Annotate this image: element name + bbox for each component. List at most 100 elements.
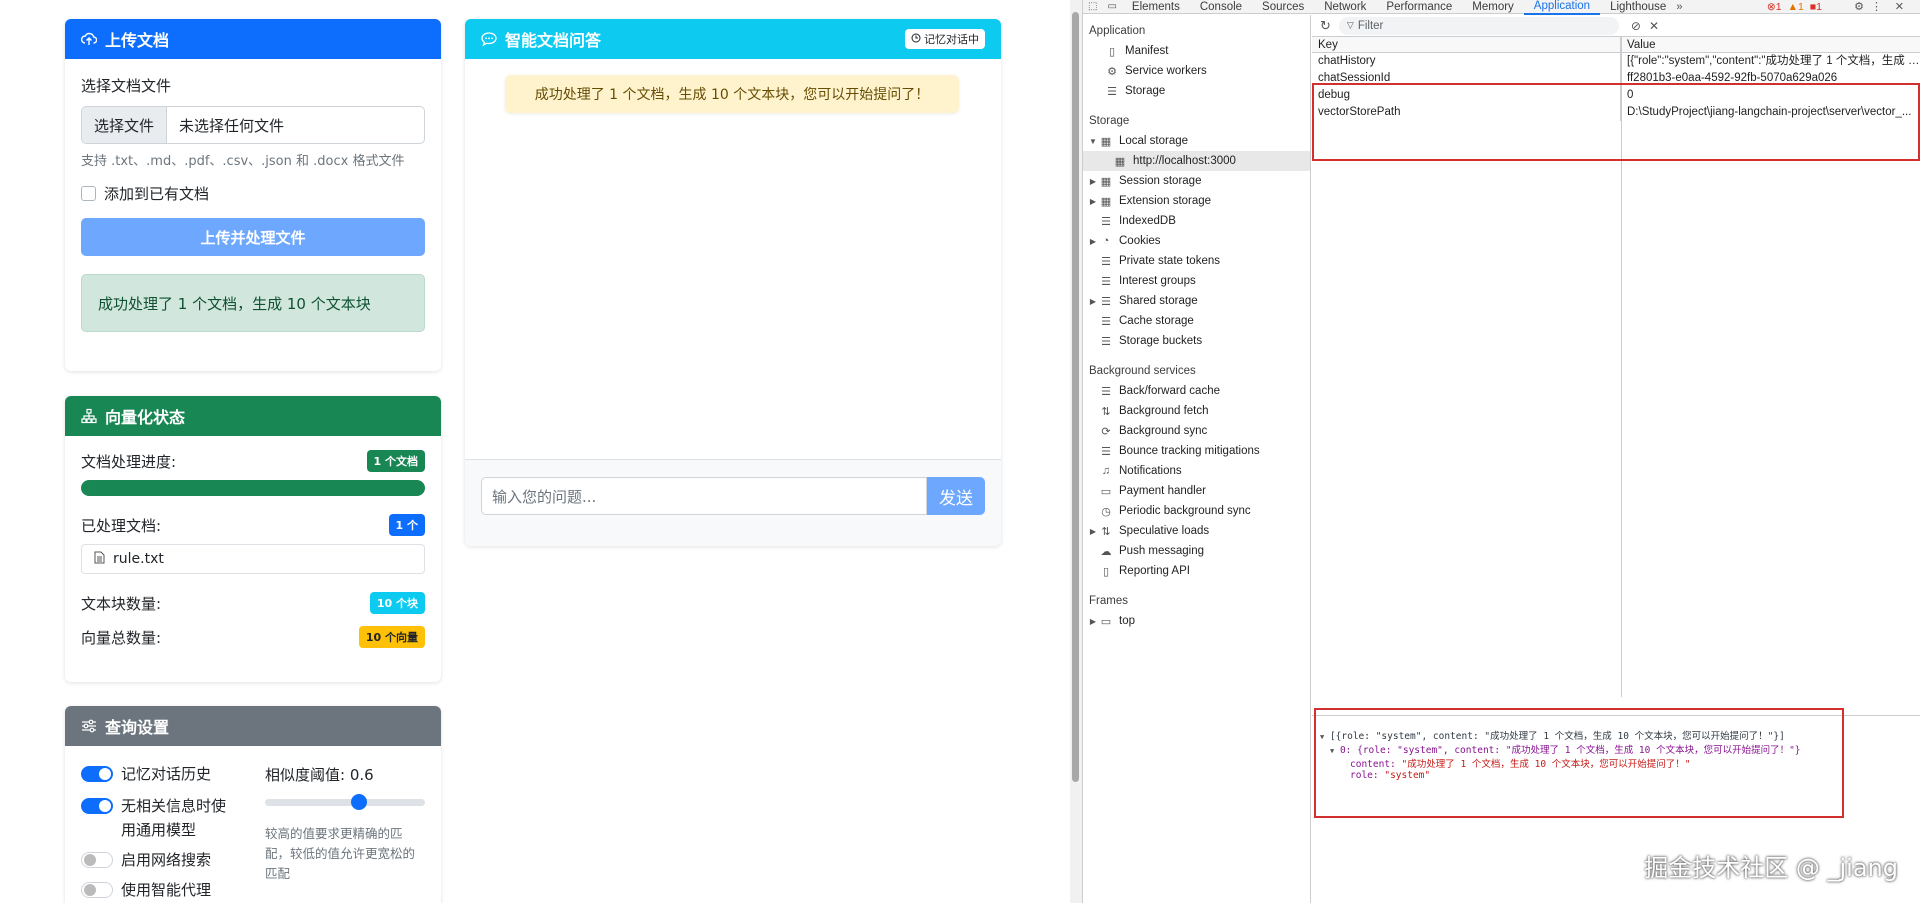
table-row[interactable]: chatHistory [{"role":"system","content":…: [1312, 53, 1920, 70]
error-count-value: 1: [1775, 0, 1782, 13]
row-value: [{"role":"system","content":"成功处理了 1 个文档…: [1627, 55, 1920, 67]
expand-arrow-icon[interactable]: ▶: [1087, 237, 1099, 246]
sidebar-item-background-sync[interactable]: ⟳ Background sync: [1083, 421, 1310, 441]
question-input[interactable]: 输入您的问题...: [481, 477, 927, 515]
send-button[interactable]: 发送: [927, 477, 985, 515]
sidebar-item-storage-buckets[interactable]: ☰ Storage buckets: [1083, 331, 1310, 351]
chat-card: 智能文档问答 记忆对话中 成功处理了 1 个文档，生成 10 个文本块，您可以开…: [465, 19, 1001, 546]
file-item-name: rule.txt: [113, 551, 164, 567]
key-column-header[interactable]: Key: [1312, 37, 1621, 52]
background-services-title: Background services: [1089, 365, 1196, 377]
database-icon: ☰: [1101, 255, 1111, 268]
general-model-toggle-switch[interactable]: [81, 798, 113, 814]
upload-card-title: 上传文档: [105, 31, 170, 50]
query-card-header: 查询设置: [65, 706, 441, 746]
sidebar-item-payment-handler[interactable]: ▭ Payment handler: [1083, 481, 1310, 501]
arrows-icon: ⇅: [1101, 525, 1111, 538]
append-checkbox[interactable]: [81, 186, 96, 201]
sidebar-item-push-messaging[interactable]: ☁ Push messaging: [1083, 541, 1310, 561]
tab-sources[interactable]: Sources: [1252, 0, 1314, 14]
page-scrollbar[interactable]: [1070, 0, 1082, 903]
toggle-agent[interactable]: 使用智能代理: [81, 878, 251, 902]
sidebar-item-service-workers[interactable]: ⚙ Service workers: [1083, 61, 1310, 81]
sidebar-item-extension-storage[interactable]: ▶ ▦ Extension storage: [1083, 191, 1310, 211]
file-input[interactable]: 选择文件 未选择任何文件: [81, 106, 425, 144]
warning-count-value: 1: [1797, 0, 1804, 13]
expand-arrow-icon[interactable]: ▶: [1087, 617, 1099, 626]
sidebar-item-storage[interactable]: ☰ Storage: [1083, 81, 1310, 101]
inspect-icon[interactable]: ⬚: [1083, 1, 1102, 12]
kebab-menu-icon[interactable]: ⋮: [1871, 0, 1882, 13]
document-icon: ▯: [1108, 45, 1116, 58]
expand-arrow-icon[interactable]: ▶: [1087, 297, 1099, 306]
sidebar-item-indexeddb[interactable]: ☰ IndexedDB: [1083, 211, 1310, 231]
tab-performance[interactable]: Performance: [1376, 0, 1462, 14]
expand-arrow-icon[interactable]: ▶: [1087, 527, 1099, 536]
toggle-memory[interactable]: 记忆对话历史: [81, 762, 251, 786]
sidebar-item-bfcache[interactable]: ☰ Back/forward cache: [1083, 381, 1310, 401]
settings-gear-icon[interactable]: ⚙: [1854, 0, 1864, 13]
sidebar-item-frame-top[interactable]: ▶ ▭ top: [1083, 611, 1310, 631]
credit-card-icon: ▭: [1100, 485, 1112, 498]
sidebar-item-bounce-tracking[interactable]: ☰ Bounce tracking mitigations: [1083, 441, 1310, 461]
refresh-icon[interactable]: ↻: [1320, 18, 1331, 34]
filter-icon: ▽: [1346, 20, 1354, 30]
general-model-toggle-label: 无相关信息时使用通用模型: [121, 797, 227, 839]
toggle-general-model[interactable]: 无相关信息时使用通用模型: [81, 794, 251, 842]
sidebar-item-local-storage[interactable]: ▼ ▦ Local storage: [1083, 131, 1310, 151]
delete-selected-icon[interactable]: ✕: [1649, 19, 1659, 33]
rows-highlight-box: [1312, 83, 1920, 161]
expand-arrow-icon[interactable]: ▼: [1087, 137, 1099, 146]
close-devtools-icon[interactable]: ✕: [1895, 0, 1904, 13]
chat-input-area: 输入您的问题... 发送: [465, 459, 1001, 546]
threshold-slider[interactable]: [265, 794, 425, 810]
sidebar-item-cookies[interactable]: ▶ ◔ Cookies: [1083, 231, 1310, 251]
sidebar-item-cache-storage[interactable]: ☰ Cache storage: [1083, 311, 1310, 331]
choose-file-button[interactable]: 选择文件: [82, 107, 168, 143]
tab-console[interactable]: Console: [1190, 0, 1252, 14]
value-column-header[interactable]: Value: [1621, 37, 1920, 52]
append-checkbox-row[interactable]: 添加到已有文档: [81, 183, 425, 204]
sidebar-item-interest-groups[interactable]: ☰ Interest groups: [1083, 271, 1310, 291]
expand-arrow-icon[interactable]: ▶: [1087, 177, 1099, 186]
tab-application[interactable]: Application: [1523, 0, 1601, 15]
vectors-label: 向量总数量:: [81, 628, 162, 647]
tab-elements[interactable]: Elements: [1122, 0, 1190, 14]
database-icon: ☰: [1101, 315, 1111, 328]
sidebar-item-background-fetch[interactable]: ⇅ Background fetch: [1083, 401, 1310, 421]
cloud-icon: ☁: [1100, 545, 1112, 558]
sidebar-item-notifications[interactable]: ♫ Notifications: [1083, 461, 1310, 481]
upload-button[interactable]: 上传并处理文件: [81, 218, 425, 256]
upload-success-alert: 成功处理了 1 个文档，生成 10 个文本块: [81, 274, 425, 332]
database-icon: ☰: [1101, 385, 1111, 398]
tab-memory[interactable]: Memory: [1462, 0, 1524, 14]
devtools-panel: ⬚ ▭ Elements Console Sources Network Per…: [1082, 0, 1920, 903]
page-scrollbar-thumb[interactable]: [1072, 12, 1079, 782]
sidebar-item-periodic-sync[interactable]: ◷ Periodic background sync: [1083, 501, 1310, 521]
memory-badge: 记忆对话中: [905, 29, 985, 49]
threshold-slider-thumb[interactable]: [351, 794, 368, 810]
database-icon: ☰: [1101, 275, 1111, 288]
filter-input[interactable]: ▽ Filter: [1338, 16, 1619, 35]
clock-icon: [911, 33, 921, 46]
sidebar-item-manifest[interactable]: ▯ Manifest: [1083, 41, 1310, 61]
tab-network[interactable]: Network: [1314, 0, 1376, 14]
sidebar-item-localhost[interactable]: ▦ http://localhost:3000: [1083, 151, 1310, 171]
sidebar-item-private-state-tokens[interactable]: ☰ Private state tokens: [1083, 251, 1310, 271]
web-search-toggle-switch[interactable]: [81, 852, 113, 868]
sidebar-item-shared-storage[interactable]: ▶ ☰ Shared storage: [1083, 291, 1310, 311]
error-count[interactable]: ⊗1 ▲1 ■1: [1767, 1, 1822, 13]
expand-arrow-icon[interactable]: ▶: [1087, 197, 1099, 206]
more-tabs-icon[interactable]: »: [1676, 1, 1682, 13]
sidebar-item-reporting-api[interactable]: ▯ Reporting API: [1083, 561, 1310, 581]
agent-toggle-switch[interactable]: [81, 882, 113, 898]
toggle-web-search[interactable]: 启用网络搜索: [81, 848, 251, 872]
tab-lighthouse[interactable]: Lighthouse: [1600, 0, 1676, 14]
device-toolbar-icon[interactable]: ▭: [1102, 1, 1121, 12]
web-search-toggle-label: 启用网络搜索: [121, 851, 212, 869]
memory-toggle-switch[interactable]: [81, 766, 113, 782]
sidebar-item-speculative-loads[interactable]: ▶ ⇅ Speculative loads: [1083, 521, 1310, 541]
clear-all-icon[interactable]: ⊘: [1631, 19, 1641, 33]
sidebar-item-session-storage[interactable]: ▶ ▦ Session storage: [1083, 171, 1310, 191]
memory-badge-label: 记忆对话中: [924, 33, 979, 46]
